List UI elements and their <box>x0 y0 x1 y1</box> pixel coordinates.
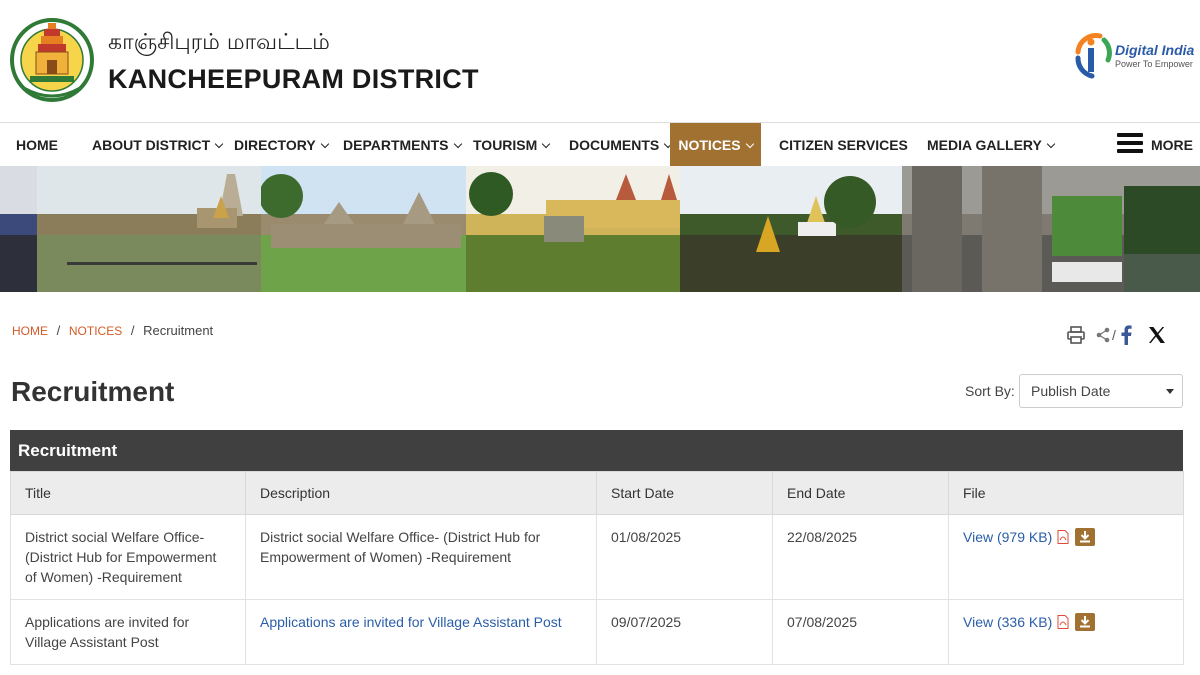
nav-documents-label: DOCUMENTS <box>569 137 660 153</box>
cell-start-date: 09/07/2025 <box>596 599 773 665</box>
hamburger-menu-icon[interactable] <box>1117 133 1143 155</box>
nav-notices[interactable]: NOTICES <box>670 123 761 167</box>
pdf-icon <box>1057 615 1069 629</box>
column-header-description: Description <box>245 471 597 515</box>
banner-image <box>261 166 466 292</box>
download-icon[interactable] <box>1075 528 1096 546</box>
nav-about-district-label: ABOUT DISTRICT <box>92 137 211 153</box>
facebook-icon[interactable] <box>1120 325 1132 345</box>
nav-citizen-services[interactable]: CITIZEN SERVICES <box>779 123 908 167</box>
cell-end-date: 07/08/2025 <box>772 599 949 665</box>
view-file-link[interactable]: View (336 KB) <box>963 612 1052 632</box>
cell-start-date: 01/08/2025 <box>596 514 773 600</box>
nav-media-gallery-label: MEDIA GALLERY <box>927 137 1042 153</box>
nav-notices-label: NOTICES <box>678 137 741 153</box>
digital-india-tagline: Power To Empower <box>1115 59 1193 69</box>
print-icon[interactable] <box>1066 325 1086 345</box>
banner-image <box>466 166 680 292</box>
site-title-english[interactable]: KANCHEEPURAM DISTRICT <box>108 64 479 95</box>
column-header-file: File <box>948 471 1184 515</box>
share-toolbar: / <box>1066 324 1166 346</box>
chevron-down-icon <box>745 139 754 149</box>
tamil-nadu-emblem-icon[interactable] <box>10 12 94 108</box>
digital-india-text: Digital India Power To Empower <box>1115 42 1194 69</box>
share-icon[interactable] <box>1096 327 1110 343</box>
sort-by-label: Sort By: <box>965 383 1015 399</box>
cell-description: District social Welfare Office- (Distric… <box>245 514 597 600</box>
nav-more[interactable]: MORE <box>1151 123 1193 167</box>
column-header-title: Title <box>10 471 246 515</box>
site-header: காஞ்சிபுரம் மாவட்டம் KANCHEEPURAM DISTRI… <box>0 0 1200 122</box>
nav-documents[interactable]: DOCUMENTS <box>569 123 673 167</box>
site-title-tamil: காஞ்சிபுரம் மாவட்டம் <box>108 30 330 55</box>
x-twitter-icon[interactable] <box>1148 326 1166 344</box>
breadcrumb-home-link[interactable]: HOME <box>12 324 48 338</box>
pdf-icon <box>1057 530 1069 544</box>
banner-image <box>0 166 37 292</box>
cell-end-date: 22/08/2025 <box>772 514 949 600</box>
cell-title: District social Welfare Office- (Distric… <box>10 514 246 600</box>
pillar-hall-icon <box>912 166 1200 292</box>
breadcrumb-notices-link[interactable]: NOTICES <box>69 324 122 338</box>
table-row: Applications are invited for Village Ass… <box>10 599 1184 665</box>
nav-tourism-label: TOURISM <box>473 137 538 153</box>
sort-by-selected-value: Publish Date <box>1031 383 1111 399</box>
table-header-row: Title Description Start Date End Date Fi… <box>10 471 1184 515</box>
table-caption: Recruitment <box>10 430 1183 471</box>
column-header-end-date: End Date <box>772 471 949 515</box>
nav-home-label: HOME <box>16 137 58 153</box>
digital-india-logo-icon[interactable] <box>1070 28 1114 82</box>
page-title: Recruitment <box>11 376 175 407</box>
nav-directory-label: DIRECTORY <box>234 137 316 153</box>
cell-file: View (979 KB) <box>948 514 1184 600</box>
breadcrumb-current: Recruitment <box>143 323 214 338</box>
nav-tourism[interactable]: TOURISM <box>473 123 551 167</box>
breadcrumb-separator: / <box>56 323 61 338</box>
banner-image <box>37 166 261 292</box>
chevron-down-icon <box>214 139 224 149</box>
chevron-down-icon <box>1046 139 1056 149</box>
nav-media-gallery[interactable]: MEDIA GALLERY <box>927 123 1056 167</box>
banner-image-strip <box>0 166 1200 292</box>
caret-down-icon <box>1166 389 1174 394</box>
share-separator: / <box>1112 327 1116 343</box>
breadcrumb-separator: / <box>130 323 135 338</box>
nav-departments-label: DEPARTMENTS <box>343 137 449 153</box>
recruitment-table-grid: Title Description Start Date End Date Fi… <box>10 471 1184 665</box>
banner-image <box>902 166 1200 292</box>
nav-about-district[interactable]: ABOUT DISTRICT <box>92 123 224 167</box>
nav-more-label: MORE <box>1151 137 1193 153</box>
banner-image <box>680 166 902 292</box>
nav-home[interactable]: HOME <box>16 123 58 167</box>
recruitment-table: Recruitment Title Description Start Date… <box>10 430 1184 665</box>
digital-india-title: Digital India <box>1115 42 1195 58</box>
table-row: District social Welfare Office- (Distric… <box>10 514 1184 600</box>
temple-silhouette-icon <box>67 174 257 265</box>
temple-silhouette-icon <box>756 176 876 252</box>
sort-by-select[interactable]: Publish Date <box>1019 374 1183 408</box>
cell-title: Applications are invited for Village Ass… <box>10 599 246 665</box>
chevron-down-icon <box>542 139 551 149</box>
nav-citizen-services-label: CITIZEN SERVICES <box>779 137 908 153</box>
breadcrumb: HOME / NOTICES / Recruitment <box>12 323 213 338</box>
main-nav: HOME ABOUT DISTRICT DIRECTORY DEPARTMENT… <box>0 122 1200 167</box>
chevron-down-icon <box>320 139 329 149</box>
cell-description-link[interactable]: Applications are invited for Village Ass… <box>245 599 597 665</box>
temple-silhouette-icon <box>469 172 680 242</box>
chevron-down-icon <box>453 139 462 149</box>
download-icon[interactable] <box>1075 613 1096 631</box>
nav-directory[interactable]: DIRECTORY <box>234 123 329 167</box>
view-file-link[interactable]: View (979 KB) <box>963 527 1052 547</box>
cell-file: View (336 KB) <box>948 599 1184 665</box>
nav-departments[interactable]: DEPARTMENTS <box>343 123 462 167</box>
temple-silhouette-icon <box>261 174 461 248</box>
column-header-start-date: Start Date <box>596 471 773 515</box>
